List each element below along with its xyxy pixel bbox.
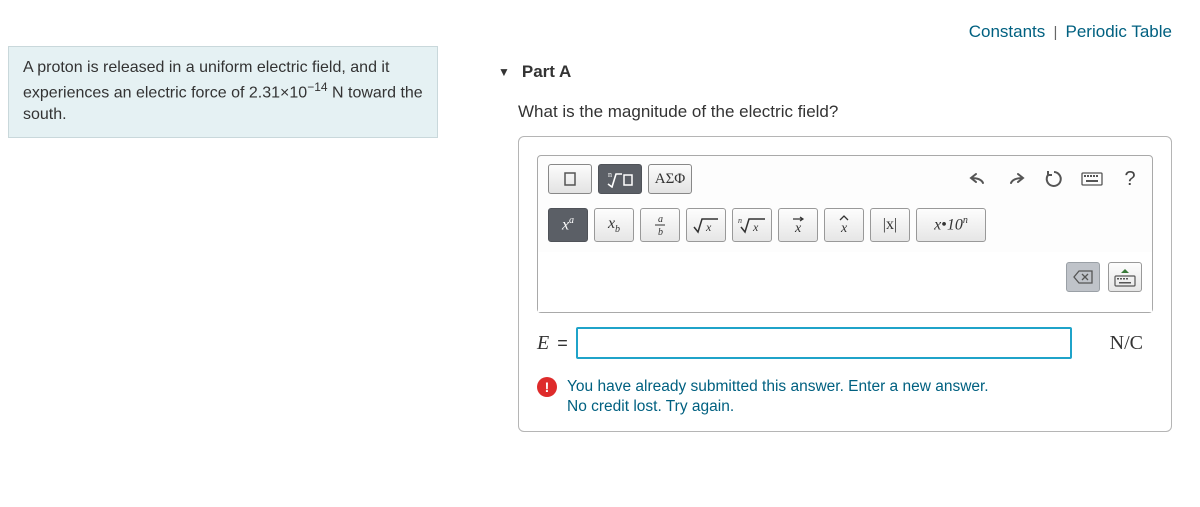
svg-text:a: a [658, 214, 663, 225]
sqrt-button[interactable]: x [686, 208, 726, 242]
greek-tab[interactable]: ΑΣΦ [648, 164, 692, 194]
top-links: Constants | Periodic Table [468, 16, 1172, 42]
undo-button[interactable] [966, 168, 990, 190]
svg-text:x: x [752, 220, 759, 234]
keyboard-input-button[interactable] [1108, 262, 1142, 292]
vector-button[interactable]: x [778, 208, 818, 242]
clear-input-button[interactable] [1066, 262, 1100, 292]
subscript-button[interactable]: xb [594, 208, 634, 242]
reset-button[interactable] [1042, 168, 1066, 190]
scientific-notation-button[interactable]: x•10n [916, 208, 986, 242]
equals-sign: = [557, 333, 568, 354]
periodic-table-link[interactable]: Periodic Table [1066, 22, 1172, 41]
hat-button[interactable]: x [824, 208, 864, 242]
help-button[interactable]: ? [1118, 168, 1142, 190]
redo-button[interactable] [1004, 168, 1028, 190]
math-operators-tab[interactable]: n [598, 164, 642, 194]
link-separator: | [1053, 24, 1057, 41]
question-text: What is the magnitude of the electric fi… [518, 102, 1172, 122]
math-palette: n ΑΣΦ [537, 155, 1153, 313]
fraction-button[interactable]: ab [640, 208, 680, 242]
svg-text:x: x [705, 220, 712, 234]
constants-link[interactable]: Constants [969, 22, 1046, 41]
answer-variable: E [537, 332, 549, 355]
answer-input[interactable] [576, 327, 1072, 359]
problem-statement: A proton is released in a uniform electr… [8, 46, 438, 138]
superscript-button[interactable]: xa [548, 208, 588, 242]
answer-unit: N/C [1110, 332, 1143, 355]
svg-text:x: x [794, 221, 802, 236]
svg-text:n: n [608, 170, 612, 179]
svg-text:b: b [658, 227, 663, 237]
warning-icon: ! [537, 377, 557, 397]
svg-text:x: x [840, 221, 848, 236]
feedback-text: You have already submitted this answer. … [567, 377, 989, 417]
part-title: Part A [522, 62, 571, 82]
collapse-icon[interactable]: ▼ [498, 65, 510, 79]
answer-panel: n ΑΣΦ [518, 136, 1172, 432]
problem-value: 2.31×10 [249, 84, 307, 101]
problem-exponent: −14 [307, 80, 327, 94]
absolute-value-button[interactable]: |x| [870, 208, 910, 242]
nth-root-button[interactable]: nx [732, 208, 772, 242]
keyboard-button[interactable] [1080, 168, 1104, 190]
palette-input-area[interactable] [538, 252, 1152, 312]
svg-text:n: n [738, 216, 742, 225]
template-tab[interactable] [548, 164, 592, 194]
